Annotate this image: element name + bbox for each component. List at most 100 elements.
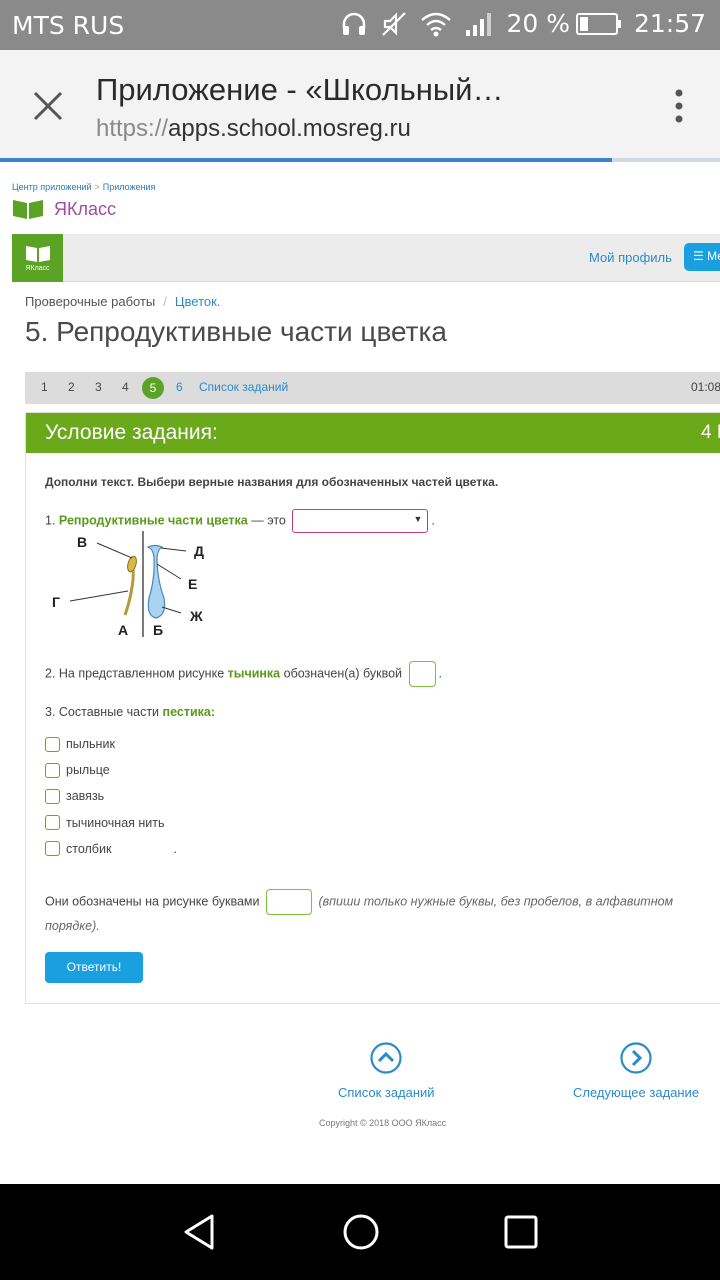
question-3: 3. Составные части пестика: — [45, 705, 215, 719]
option-stigma[interactable]: рыльце — [45, 757, 177, 783]
checkbox[interactable] — [45, 788, 60, 804]
android-nav-bar — [0, 1184, 720, 1280]
checkbox[interactable] — [45, 841, 60, 857]
next-task-link[interactable]: Следующее задание — [573, 1042, 699, 1100]
option-style[interactable]: столбик. — [45, 836, 177, 862]
menu-button[interactable]: ☰ Меню — [684, 243, 720, 271]
checkbox[interactable] — [45, 762, 60, 778]
open-book-icon — [25, 245, 50, 262]
dropdown-arrow-icon: ▼ — [413, 514, 423, 524]
q1-end: . — [431, 513, 435, 528]
options-end: . — [173, 841, 177, 856]
q2-text: 2. На представленном рисунке — [45, 666, 225, 681]
task-list-label: Список заданий — [338, 1085, 435, 1100]
brand-name: ЯКласс — [54, 198, 116, 219]
app-center-breadcrumb: Центр приложений > Приложения — [12, 182, 155, 192]
app-brand[interactable]: ЯКласс — [12, 198, 116, 220]
q1-term: Репродуктивные части цветка — [58, 513, 248, 528]
task-points: 4 Б. — [701, 422, 720, 443]
q3-term: пестика: — [162, 705, 215, 719]
status-icons: 20 % 21:57 — [340, 9, 706, 38]
home-icon[interactable] — [341, 1212, 381, 1252]
pager-page-2[interactable]: 2 — [68, 380, 75, 394]
task-instructions: Дополни текст. Выбери верные названия дл… — [45, 475, 499, 489]
breadcrumb-tests[interactable]: Проверочные работы — [25, 294, 155, 309]
task-header: Условие задания: 4 Б. — [26, 413, 720, 453]
option-label: рыльце — [66, 763, 110, 778]
breadcrumb-separator: / — [163, 294, 167, 309]
pager-page-6[interactable]: 6 — [176, 380, 183, 394]
figure-label-a: А — [118, 622, 128, 638]
q3-letters-input[interactable] — [265, 889, 312, 915]
recents-icon[interactable] — [501, 1212, 541, 1252]
submit-answer-button[interactable]: Ответить! — [45, 952, 143, 983]
web-page: Центр приложений > Приложения ЯКласс ЯКлас… — [12, 162, 720, 1182]
option-filament[interactable]: тычиночная нить — [45, 810, 177, 836]
q1-text: — это — [251, 513, 286, 528]
figure-label-e: Е — [188, 576, 197, 592]
url-scheme: https:// — [96, 115, 169, 142]
option-label: пыльник — [66, 737, 115, 752]
q3-text: 3. Составные части — [45, 705, 160, 719]
q2-end: . — [438, 666, 442, 681]
q1-number: 1. — [45, 513, 56, 528]
page-title: 5. Репродуктивные части цветка — [25, 316, 447, 347]
question-1: 1. Репродуктивные части цветка — это ▼. — [45, 509, 435, 533]
flower-parts-figure: В Г А Б Д Е Ж — [52, 531, 204, 638]
checkbox[interactable] — [45, 736, 60, 752]
pager-current-page[interactable]: 5 — [142, 377, 164, 399]
next-task-label: Следующее задание — [573, 1085, 700, 1100]
mute-icon — [382, 11, 407, 36]
url-host: apps.school.mosreg.ru — [168, 115, 411, 142]
browser-url[interactable]: https://apps.school.mosreg.ru — [96, 115, 411, 143]
yaklass-logo[interactable]: ЯКласс — [12, 234, 63, 282]
battery-percent: 20 % — [506, 9, 570, 38]
figure-label-v: В — [77, 534, 87, 550]
breadcrumb: Проверочные работы / Цветок. — [25, 294, 220, 309]
q2-term: тычинка — [227, 666, 281, 681]
chevron-up-circle-icon — [370, 1042, 402, 1074]
option-anther[interactable]: пыльник — [45, 731, 177, 757]
task-list-link[interactable]: Список заданий — [338, 1042, 435, 1100]
carrier-label: MTS RUS — [12, 11, 125, 40]
status-bar: MTS RUS 20 % 21:57 — [0, 0, 720, 50]
back-icon[interactable] — [180, 1212, 220, 1252]
signal-icon — [466, 12, 492, 36]
question-2: 2. На представленном рисунке тычинка обо… — [45, 661, 442, 687]
browser-toolbar: Приложение - «Школьный… https://apps.sch… — [0, 50, 720, 158]
figure-label-d: Д — [194, 543, 204, 559]
close-icon[interactable] — [30, 88, 66, 124]
pager-page-1[interactable]: 1 — [41, 380, 48, 394]
figure-label-b: Б — [153, 622, 163, 638]
pager-page-4[interactable]: 4 — [122, 380, 129, 394]
crumb-app-center[interactable]: Центр приложений — [12, 182, 91, 192]
wifi-icon — [421, 12, 452, 36]
pager-task-list[interactable]: Список заданий — [199, 380, 288, 394]
q1-dropdown[interactable]: ▼ — [292, 509, 429, 533]
option-ovary[interactable]: завязь — [45, 783, 177, 809]
note-text: Они обозначены на рисунке буквами — [45, 894, 260, 909]
logo-caption: ЯКласс — [25, 264, 50, 272]
checkbox[interactable] — [45, 815, 60, 831]
overflow-menu-icon[interactable] — [674, 88, 684, 124]
copyright: Copyright © 2018 ООО ЯКласс — [319, 1118, 447, 1128]
option-label: столбик — [66, 841, 112, 856]
timer: 01:08 — [691, 380, 720, 394]
figure-label-zh: Ж — [189, 608, 203, 624]
headphones-icon — [343, 12, 366, 35]
figure-label-g: Г — [52, 594, 60, 610]
breadcrumb-flower[interactable]: Цветок. — [175, 294, 221, 309]
battery-indicator: 20 % — [506, 9, 622, 38]
q2-answer-input[interactable] — [408, 661, 436, 687]
clock: 21:57 — [633, 9, 706, 38]
crumb-apps[interactable]: Приложения — [103, 182, 156, 192]
my-profile-link[interactable]: Мой профиль — [589, 250, 672, 265]
task-header-label: Условие задания: — [45, 421, 218, 444]
battery-icon — [575, 12, 621, 35]
option-label: тычиночная нить — [66, 815, 165, 830]
q3-options: пыльник рыльце завязь тычиночная нить ст… — [45, 731, 177, 862]
task-card: Условие задания: 4 Б. Дополни текст. Выб… — [25, 412, 720, 1004]
browser-page-title: Приложение - «Школьный… — [96, 72, 504, 107]
pager-page-3[interactable]: 3 — [95, 380, 102, 394]
q3-letters-prompt: Они обозначены на рисунке буквами (впиши… — [45, 889, 705, 937]
